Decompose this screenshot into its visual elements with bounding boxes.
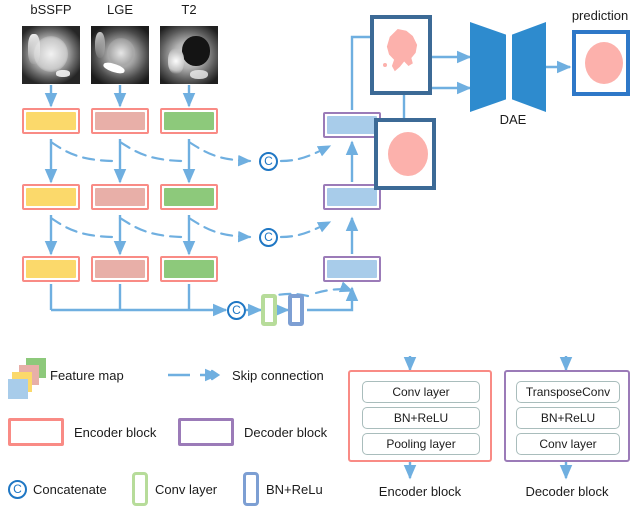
legend-label-bn-relu: BN+ReLu xyxy=(266,482,323,497)
prediction-label: prediction xyxy=(571,8,629,23)
legend-conv-layer-icon xyxy=(132,472,148,506)
encoder-block-bssfp-l2[interactable] xyxy=(22,184,80,210)
prediction-box xyxy=(572,30,630,96)
feature-map-fill xyxy=(164,112,214,130)
decoder-block-l1[interactable] xyxy=(323,112,381,138)
legend-encoder-block-icon xyxy=(8,418,64,446)
legend-label-feature-map: Feature map xyxy=(50,368,124,383)
prediction-blob xyxy=(585,42,623,84)
figure-canvas: bSSFP LGE T2 C C C DAE prediction Featur… xyxy=(0,0,640,509)
dae-label: DAE xyxy=(499,112,527,127)
decoder-layer-bn: BN+ReLU xyxy=(516,407,620,429)
encoder-detail-panel: Conv layer BN+ReLU Pooling layer xyxy=(348,370,492,462)
legend-bn-relu-icon xyxy=(243,472,259,506)
concatenate-node-l2[interactable]: C xyxy=(259,228,278,247)
prior-mask-box xyxy=(374,118,436,190)
legend-label-concatenate: Concatenate xyxy=(33,482,107,497)
modality-label-lge: LGE xyxy=(106,2,133,17)
encoder-block-bssfp-l1[interactable] xyxy=(22,108,80,134)
decoder-block-l2[interactable] xyxy=(323,184,381,210)
encoder-block-t2-l1[interactable] xyxy=(160,108,218,134)
decoder-detail-caption: Decoder block xyxy=(525,484,609,499)
legend-label-encoder-block: Encoder block xyxy=(74,425,157,440)
feature-map-fill xyxy=(164,260,214,278)
encoder-block-lge-l1[interactable] xyxy=(91,108,149,134)
concatenate-node-l3[interactable]: C xyxy=(227,301,246,320)
dae-encoder-trapezoid xyxy=(470,22,506,112)
feature-map-fill xyxy=(164,188,214,206)
prior-mask-blob xyxy=(388,132,428,176)
feature-map-fill xyxy=(95,260,145,278)
coarse-mask-box xyxy=(370,15,432,95)
encoder-block-bssfp-l3[interactable] xyxy=(22,256,80,282)
encoder-block-t2-l3[interactable] xyxy=(160,256,218,282)
legend-decoder-block-icon xyxy=(178,418,234,446)
encoder-block-lge-l3[interactable] xyxy=(91,256,149,282)
feature-map-fill xyxy=(327,260,377,278)
legend-label-conv-layer: Conv layer xyxy=(155,482,218,497)
legend-label-decoder-block: Decoder block xyxy=(244,425,328,440)
mri-thumbnail-t2 xyxy=(160,26,218,84)
feature-map-fill xyxy=(95,188,145,206)
decoder-block-l3[interactable] xyxy=(323,256,381,282)
encoder-layer-bn: BN+ReLU xyxy=(362,407,480,429)
dae-decoder-trapezoid xyxy=(512,22,546,112)
concatenate-node-l1[interactable]: C xyxy=(259,152,278,171)
legend-feature-map-icon xyxy=(8,358,48,399)
bottleneck-bn-relu[interactable] xyxy=(288,294,304,326)
bottleneck-conv-layer[interactable] xyxy=(261,294,277,326)
modality-label-t2: T2 xyxy=(181,2,197,17)
feature-map-fill xyxy=(327,188,377,206)
legend-skip-connection-icon xyxy=(168,368,221,382)
decoder-layer-conv: Conv layer xyxy=(516,433,620,455)
decoder-detail-panel: TransposeConv BN+ReLU Conv layer xyxy=(504,370,630,462)
encoder-block-t2-l2[interactable] xyxy=(160,184,218,210)
decoder-layer-transposeconv: TransposeConv xyxy=(516,381,620,403)
encoder-layer-conv: Conv layer xyxy=(362,381,480,403)
mri-thumbnail-bssfp xyxy=(22,26,80,84)
encoder-block-lge-l2[interactable] xyxy=(91,184,149,210)
feature-map-fill xyxy=(95,112,145,130)
encoder-layer-pooling: Pooling layer xyxy=(362,433,480,455)
coarse-mask-blob xyxy=(386,29,418,72)
legend-concatenate-icon: C xyxy=(8,480,27,499)
feature-map-fill xyxy=(327,116,377,134)
fm-square-blue xyxy=(8,379,28,399)
encoder-detail-caption: Encoder block xyxy=(378,484,462,499)
modality-label-bssfp: bSSFP xyxy=(30,2,72,17)
mri-thumbnail-lge xyxy=(91,26,149,84)
feature-map-fill xyxy=(26,188,76,206)
feature-map-fill xyxy=(26,112,76,130)
legend-label-skip-connection: Skip connection xyxy=(232,368,324,383)
coarse-mask-speck xyxy=(383,63,387,67)
feature-map-fill xyxy=(26,260,76,278)
